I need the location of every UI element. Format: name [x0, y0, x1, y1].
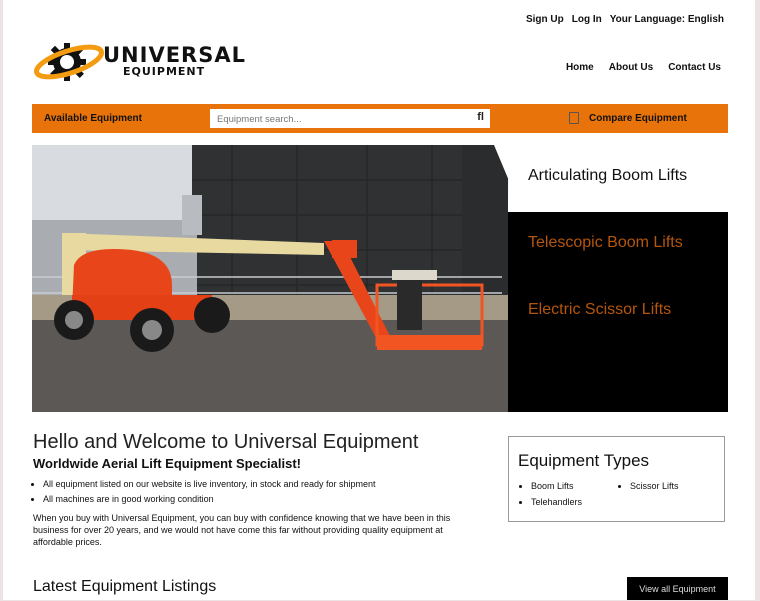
hero-photo[interactable] — [32, 145, 508, 412]
equipment-toolbar: Available Equipment ﬂ Compare Equipment — [32, 104, 728, 133]
welcome-title: Hello and Welcome to Universal Equipment — [33, 431, 419, 453]
logo-text-universal: UNIVERSAL — [103, 43, 246, 67]
search-box: ﬂ — [210, 109, 490, 129]
tab-electric-scissor-lifts[interactable]: Electric Scissor Lifts — [528, 301, 671, 319]
nav-home[interactable]: Home — [566, 62, 594, 73]
gear-logo-icon — [33, 43, 105, 81]
hero-slider: Articulating Boom Lifts Telescopic Boom … — [32, 145, 728, 412]
equipment-search-input[interactable] — [210, 110, 467, 129]
compare-checkbox[interactable] — [569, 112, 579, 124]
nav-about-us[interactable]: About Us — [609, 62, 653, 73]
equipment-types-list-2: Scissor Lifts — [610, 481, 679, 497]
logo-text-equipment: EQUIPMENT — [123, 65, 206, 78]
equipment-types-list-1: Boom Lifts Telehandlers — [511, 481, 582, 513]
type-telehandlers[interactable]: Telehandlers — [531, 497, 582, 507]
search-icon[interactable]: ﬂ — [477, 111, 484, 123]
welcome-subtitle: Worldwide Aerial Lift Equipment Speciali… — [33, 456, 301, 471]
latest-listings-title: Latest Equipment Listings — [33, 578, 217, 595]
available-equipment-link[interactable]: Available Equipment — [44, 113, 142, 124]
compare-equipment-label: Compare Equipment — [589, 112, 687, 124]
nav-contact-us[interactable]: Contact Us — [668, 62, 721, 73]
equipment-types-title: Equipment Types — [518, 451, 650, 470]
equipment-types-box: Equipment Types Boom Lifts Telehandlers … — [508, 436, 725, 522]
main-nav: Home About Us Contact Us — [566, 62, 721, 73]
bullet-item: All equipment listed on our website is l… — [43, 479, 376, 489]
language-selector[interactable]: Your Language: English — [610, 14, 724, 25]
tab-telescopic-boom-lifts[interactable]: Telescopic Boom Lifts — [528, 234, 683, 252]
sign-up-link[interactable]: Sign Up — [526, 14, 564, 25]
view-all-equipment-button[interactable]: View all Equipment — [627, 577, 728, 600]
compare-equipment[interactable]: Compare Equipment — [569, 112, 687, 124]
welcome-bullets: All equipment listed on our website is l… — [31, 479, 376, 509]
log-in-link[interactable]: Log In — [572, 14, 602, 25]
welcome-paragraph: When you buy with Universal Equipment, y… — [33, 513, 451, 547]
logo[interactable]: UNIVERSAL EQUIPMENT — [33, 40, 246, 84]
page: Sign Up Log In Your Language: English UN… — [3, 0, 755, 600]
category-tabs: Articulating Boom Lifts Telescopic Boom … — [494, 145, 728, 412]
bullet-item: All machines are in good working conditi… — [43, 494, 376, 504]
type-boom-lifts[interactable]: Boom Lifts — [531, 481, 582, 491]
utility-nav: Sign Up Log In Your Language: English — [526, 14, 724, 25]
tab-articulating-boom-lifts[interactable]: Articulating Boom Lifts — [494, 145, 728, 212]
type-scissor-lifts[interactable]: Scissor Lifts — [630, 481, 679, 491]
